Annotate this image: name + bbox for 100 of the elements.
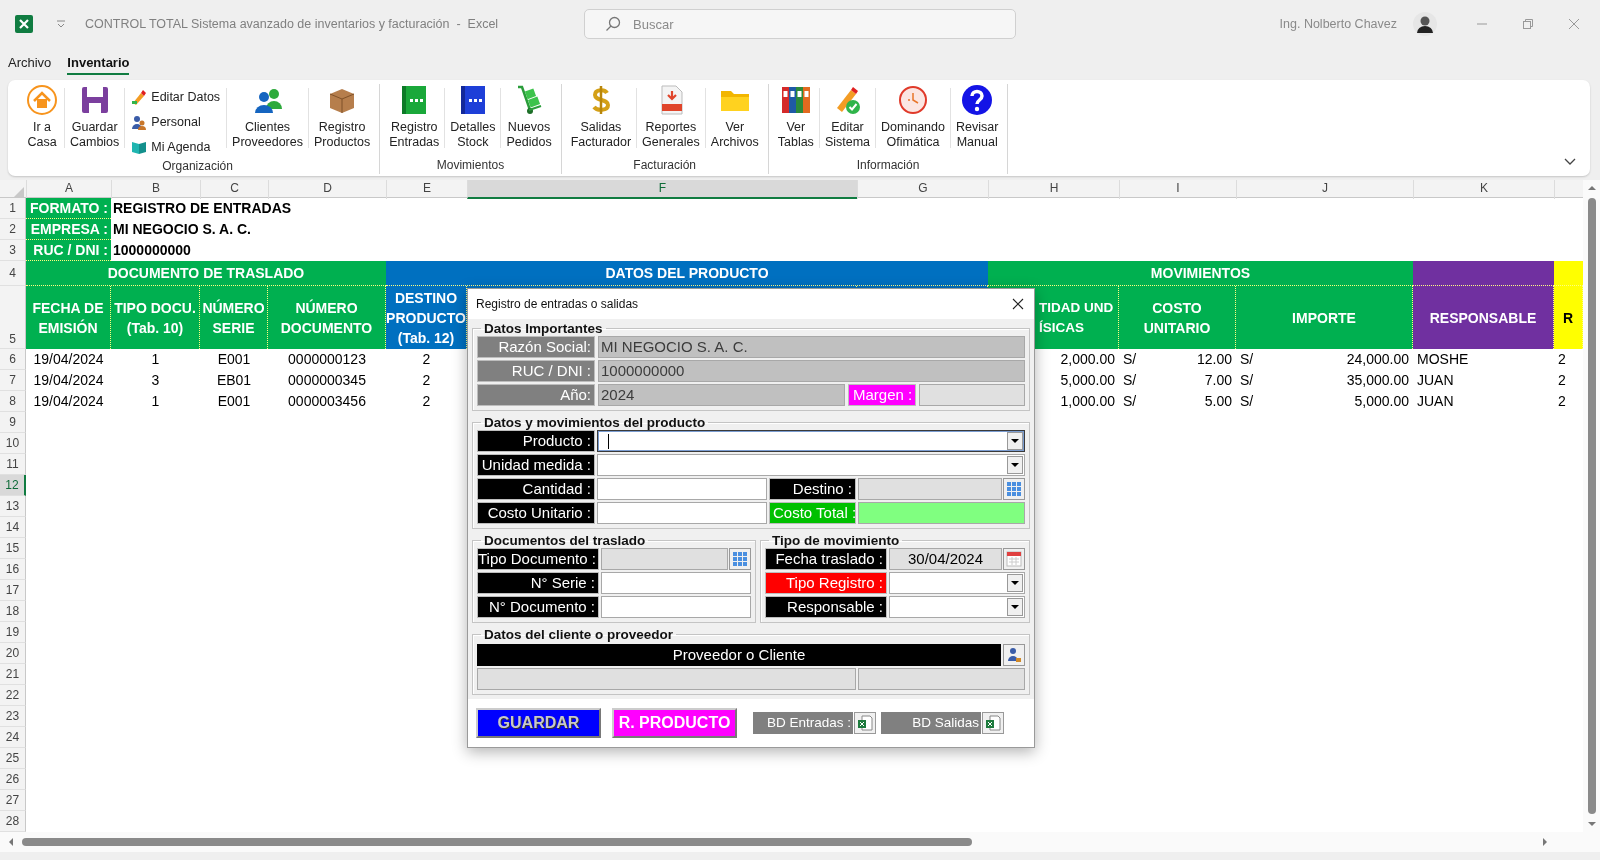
row-header[interactable]: 3 (0, 240, 26, 261)
row-header[interactable]: 7 (0, 370, 26, 391)
row-header[interactable]: 11 (0, 454, 26, 475)
text-field[interactable] (477, 668, 856, 690)
row-header[interactable]: 4 (0, 261, 26, 286)
ribbon-button[interactable]: Editar Sistema (819, 84, 876, 150)
ribbon-button[interactable]: Registro Entradas (384, 84, 445, 150)
column-header[interactable]: K (1413, 180, 1554, 199)
calendar-icon[interactable] (1003, 548, 1025, 570)
ribbon-button[interactable]: Guardar Cambios (65, 84, 125, 150)
text-field[interactable] (858, 502, 1025, 524)
text-field[interactable] (597, 502, 767, 524)
horizontal-scrollbar[interactable] (0, 832, 1600, 852)
row-header[interactable]: 24 (0, 727, 26, 748)
field-label: Responsable : (765, 596, 887, 618)
row-header[interactable]: 2 (0, 219, 26, 240)
row-header[interactable]: 18 (0, 601, 26, 622)
column-title: RESPONSABLE (1413, 286, 1554, 349)
ribbon-button[interactable]: Salidas Facturador (565, 84, 637, 150)
ribbon-button[interactable]: Ver Archivos (705, 84, 764, 150)
row-label: FORMATO : (26, 198, 111, 219)
column-header[interactable]: J (1236, 180, 1413, 199)
field-label: Proveedor o Cliente (477, 644, 1001, 666)
date-field[interactable]: 30/04/2024 (889, 548, 1002, 570)
ribbon-button[interactable]: Clientes Proveedores (227, 84, 308, 150)
menu-tab[interactable]: Archivo (8, 51, 52, 75)
row-header[interactable]: 28 (0, 811, 26, 832)
dropdown-field[interactable] (597, 454, 1025, 476)
ribbon-button[interactable]: Mi Agenda (131, 134, 221, 159)
row-header[interactable]: 20 (0, 643, 26, 664)
row-header[interactable]: 26 (0, 769, 26, 790)
row-header[interactable]: 10 (0, 433, 26, 454)
menu-tab[interactable]: Inventario (67, 51, 130, 75)
caret-icon[interactable] (56, 20, 66, 28)
row-header[interactable]: 25 (0, 748, 26, 769)
row-header[interactable]: 17 (0, 580, 26, 601)
text-field[interactable] (601, 596, 751, 618)
ribbon-button[interactable]: Ir a Casa (20, 84, 64, 150)
dropdown-field[interactable] (889, 596, 1025, 618)
column-header[interactable]: G (857, 180, 988, 199)
table-cell: 0000003456 (288, 393, 366, 409)
table-cell: 2 (422, 372, 431, 388)
column-title: DESTINO PRODUCTO (Tab. 12) (386, 286, 467, 349)
row-header[interactable]: 27 (0, 790, 26, 811)
column-header[interactable]: C (200, 180, 268, 199)
column-header[interactable]: H (988, 180, 1119, 199)
ribbon-button[interactable]: Dominando Ofimática (876, 84, 950, 150)
action-button[interactable]: GUARDAR (476, 708, 601, 738)
vertical-scrollbar[interactable] (1583, 180, 1600, 832)
row-header[interactable]: 15 (0, 538, 26, 559)
collapse-ribbon-icon[interactable] (1564, 158, 1576, 166)
table-cell: 1 (151, 351, 160, 367)
currency-symbol: S/ (1240, 371, 1254, 390)
scroll-right-icon[interactable] (1540, 837, 1550, 847)
person-icon[interactable] (1003, 644, 1025, 666)
row-header[interactable]: 19 (0, 622, 26, 643)
spreadsheet-icon[interactable] (982, 712, 1004, 734)
row-header[interactable]: 13 (0, 496, 26, 517)
row-header[interactable]: 16 (0, 559, 26, 580)
column-header[interactable]: I (1119, 180, 1236, 199)
text-field[interactable] (858, 478, 1002, 500)
row-header[interactable]: 9 (0, 412, 26, 433)
row-header[interactable]: 14 (0, 517, 26, 538)
row-header[interactable]: 5 (0, 286, 26, 349)
row-header[interactable]: 8 (0, 391, 26, 412)
ribbon-button[interactable]: Registro Productos (309, 84, 376, 150)
text-field[interactable] (601, 572, 751, 594)
column-header[interactable]: D (268, 180, 386, 199)
grid-icon[interactable] (729, 548, 751, 570)
row-header[interactable]: 1 (0, 198, 26, 219)
dropdown-field[interactable] (889, 572, 1025, 594)
row-header[interactable]: 23 (0, 706, 26, 727)
text-field[interactable] (597, 478, 767, 500)
text-field[interactable] (601, 548, 728, 570)
ribbon-button[interactable]: Ver Tablas (772, 84, 819, 150)
column-header[interactable]: B (111, 180, 200, 199)
spreadsheet-icon[interactable] (854, 712, 876, 734)
house-icon (26, 84, 58, 116)
scroll-down-icon[interactable] (1586, 819, 1597, 829)
row-header[interactable]: 21 (0, 664, 26, 685)
ribbon-button[interactable]: Reportes Generales (637, 84, 705, 150)
text-field[interactable] (857, 668, 1025, 690)
table-cell: 19/04/2024 (33, 393, 104, 409)
ribbon-button[interactable]: Nuevos Pedidos (501, 84, 557, 150)
text-field[interactable] (919, 384, 1025, 406)
ribbon-button[interactable]: Revisar Manual (950, 84, 1004, 150)
close-icon[interactable] (1012, 298, 1024, 310)
dropdown-field[interactable] (597, 430, 1025, 452)
row-header[interactable]: 12 (0, 475, 26, 496)
row-header[interactable]: 6 (0, 349, 26, 370)
table-cell: 1,000.00 (1060, 393, 1115, 409)
column-header[interactable]: F (467, 180, 857, 199)
scroll-up-icon[interactable] (1586, 183, 1597, 193)
ribbon-button[interactable]: Detalles Stock (445, 84, 501, 150)
restore-icon[interactable] (1522, 18, 1534, 30)
avatar[interactable] (1413, 12, 1437, 36)
table-cell: 0000000345 (288, 372, 366, 388)
ribbon-button[interactable]: Editar Datos (131, 84, 221, 109)
row-header[interactable]: 22 (0, 685, 26, 706)
ribbon-button[interactable]: Personal (131, 109, 221, 134)
